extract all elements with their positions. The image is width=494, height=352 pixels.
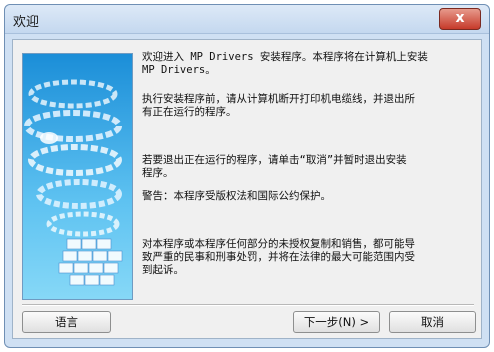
intro-paragraph: 欢迎进入 MP Drivers 安装程序。本程序将在计算机上安装 MP Driv… <box>142 51 428 76</box>
exit-programs-instruction: 若要退出正在运行的程序，请单击“取消”并暂时退出安装 程序。 <box>142 154 407 179</box>
title-bar[interactable]: 欢迎 x <box>5 5 489 34</box>
footer-divider <box>22 304 474 306</box>
welcome-text: 欢迎进入 MP Drivers 安装程序。本程序将在计算机上安装 MP Driv… <box>142 51 475 304</box>
language-button[interactable]: 语言 <box>22 311 111 333</box>
installer-artwork <box>22 53 133 300</box>
dialog-window: 欢迎 x 欢迎进入 MP Drivers 安装程序。本程序将在计算机上安装 MP… <box>4 4 490 348</box>
disc-spiral-icon <box>24 79 123 286</box>
close-button[interactable]: x <box>439 8 481 30</box>
disconnect-instruction: 执行安装程序前，请从计算机断开打印机电缆线，并退出所 有正在运行的程序。 <box>142 93 415 118</box>
dialog-body: 欢迎进入 MP Drivers 安装程序。本程序将在计算机上安装 MP Driv… <box>12 39 482 339</box>
next-button[interactable]: 下一步(N) > <box>293 311 380 333</box>
cancel-button[interactable]: 取消 <box>389 311 476 333</box>
copyright-warning: 警告：本程序受版权法和国际公约保护。 <box>142 190 331 202</box>
legal-notice: 对本程序或本程序任何部分的未授权复制和销售，都可能导 致严重的民事和刑事处罚，并… <box>142 238 415 276</box>
window-title: 欢迎 <box>13 15 40 30</box>
